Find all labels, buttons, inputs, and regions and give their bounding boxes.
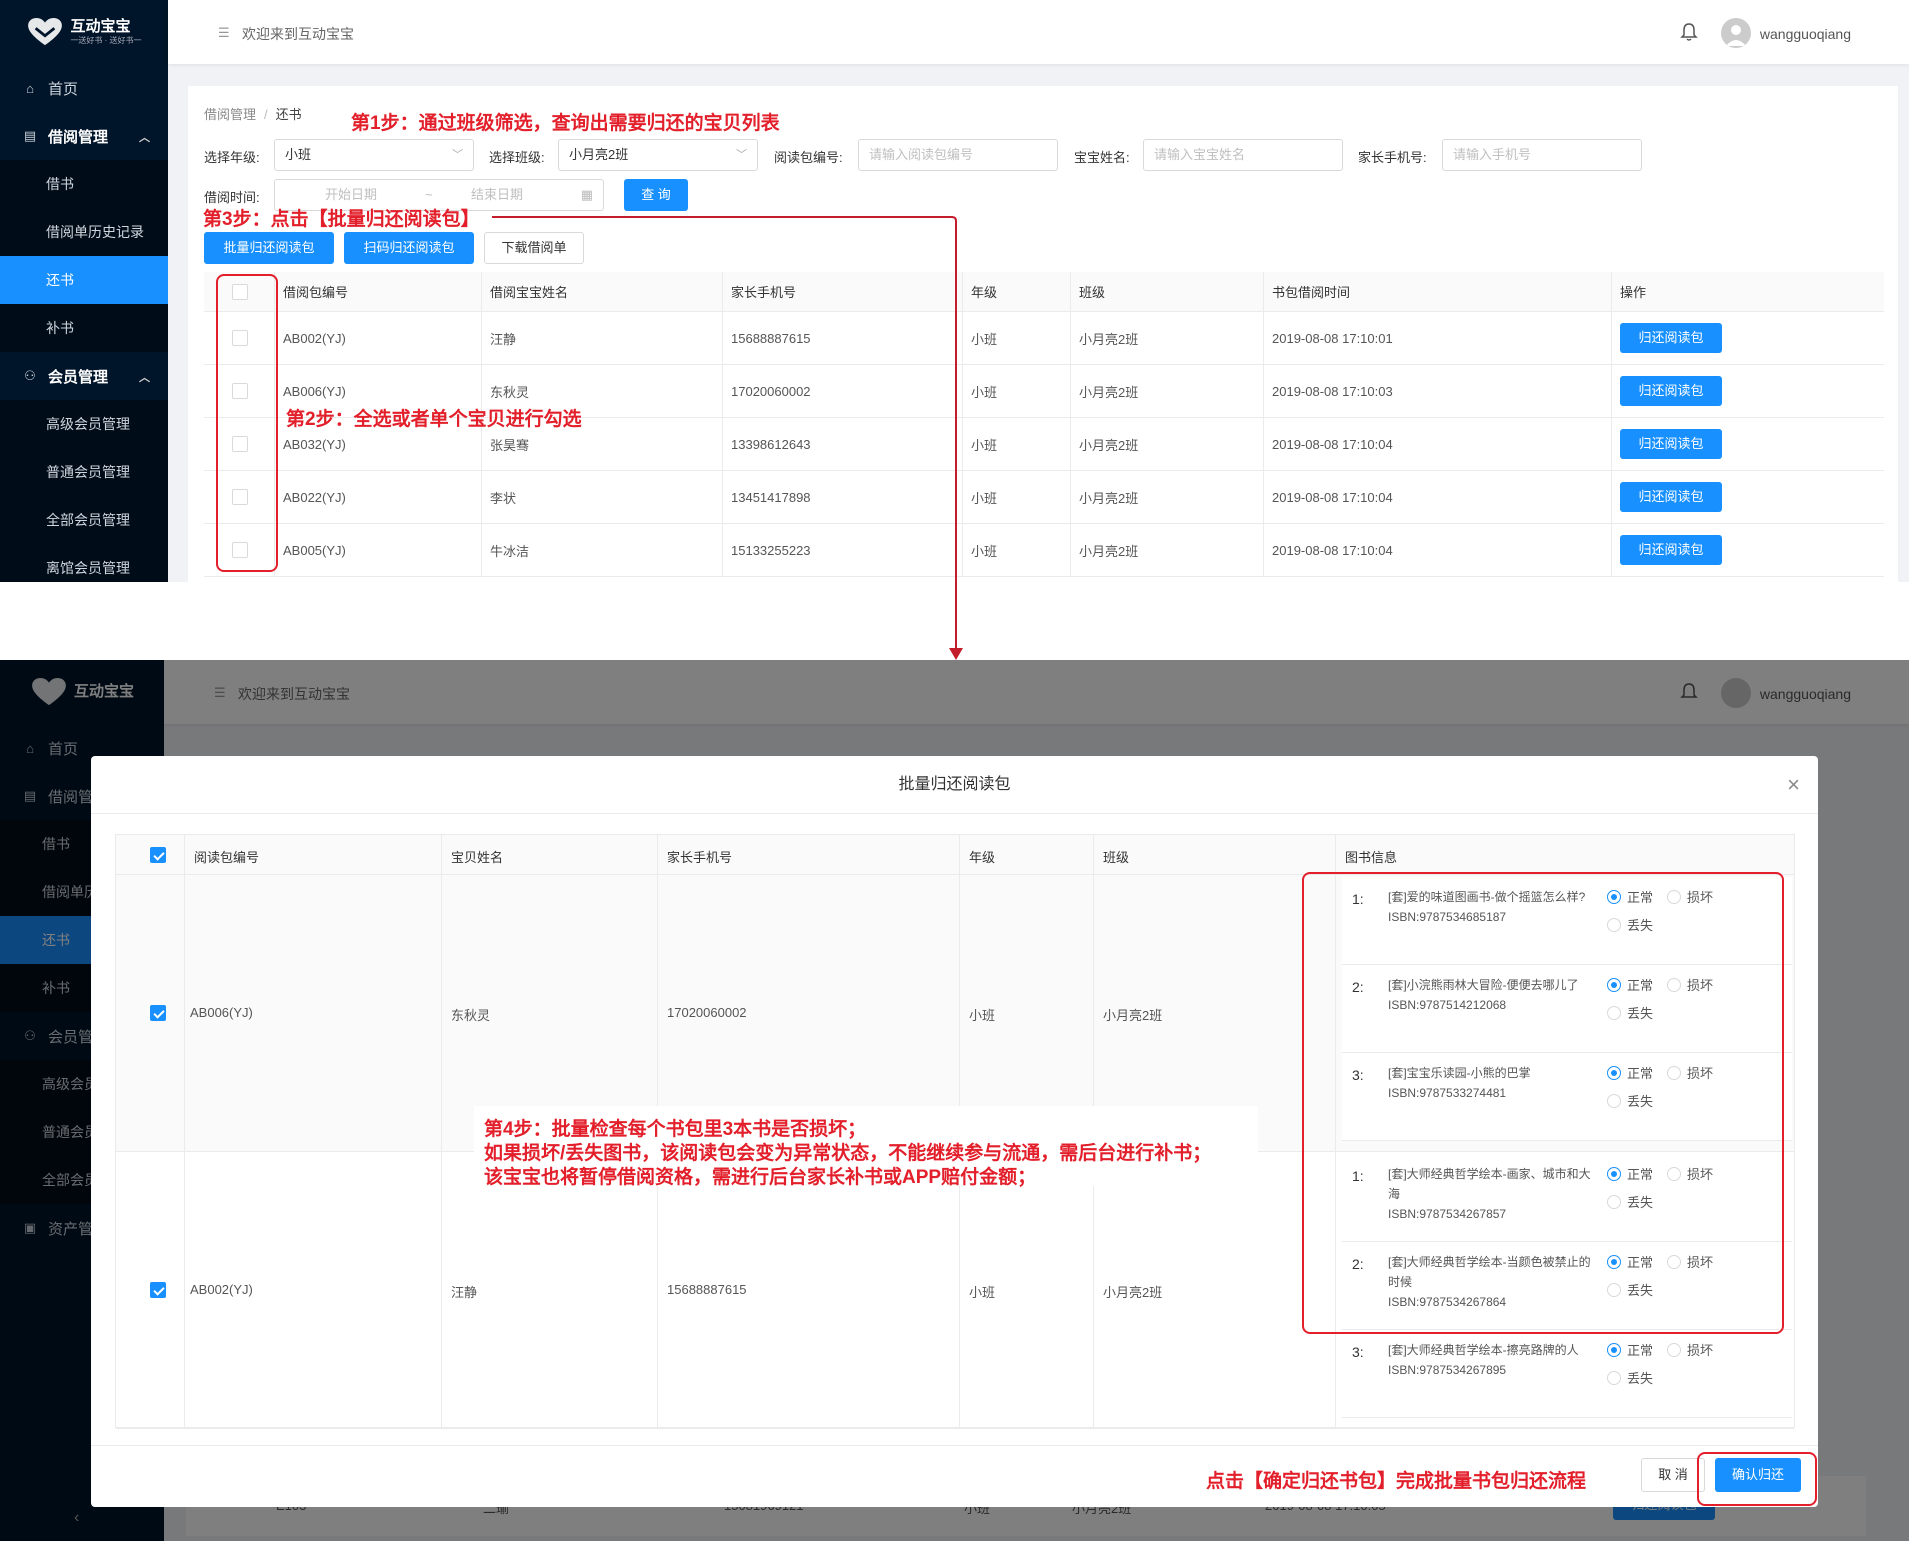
radio-label: 损坏 — [1687, 1343, 1714, 1358]
book-item: 3: [套]大师经典哲学绘本-擦亮路牌的人 ISBN:9787534267895 正常… — [1342, 1330, 1792, 1418]
modal-row-checkbox[interactable] — [150, 1282, 166, 1298]
modal-col-header: 班级 — [1103, 850, 1130, 865]
book-title: [套]大师经典哲学绘本-擦亮路牌的人 — [1388, 1343, 1579, 1357]
modal-row-checkbox[interactable] — [150, 1005, 166, 1021]
modal-cell-class: 小月亮2班 — [1103, 1008, 1163, 1023]
radio-dot — [1667, 1342, 1681, 1357]
book-isbn: ISBN:9787534267895 — [1388, 1363, 1507, 1377]
modal-cell-phone: 17020060002 — [667, 1005, 747, 1020]
radio-normal[interactable]: 正常 — [1607, 1340, 1653, 1359]
radio-dot — [1607, 1370, 1621, 1385]
book-info: [套]大师经典哲学绘本-擦亮路牌的人 ISBN:9787534267895 — [1388, 1340, 1598, 1380]
radio-lost[interactable]: 丢失 — [1607, 1368, 1653, 1387]
book-info-highlight-box — [1302, 872, 1784, 1334]
step4-line2: 如果损坏/丢失图书，该阅读包会变为异常状态，不能继续参与流通，需后台进行补书； — [484, 1143, 1212, 1164]
step4-note: 第4步：批量检查每个书包里3本书是否损坏； 如果损坏/丢失图书，该阅读包会变为异… — [474, 1106, 1258, 1188]
modal-col-header: 家长手机号 — [667, 850, 733, 865]
radio-dot — [1607, 1342, 1621, 1357]
modal-table-header: 阅读包编号 宝贝姓名 家长手机号 年级 班级 图书信息 — [116, 835, 1794, 875]
modal-cell-grade: 小班 — [969, 1008, 996, 1023]
step4-line1: 第4步：批量检查每个书包里3本书是否损坏； — [484, 1119, 867, 1140]
modal-title: 批量归还阅读包 — [91, 756, 1818, 814]
step5-annotation: 点击【确定归还书包】完成批量书包归还流程 — [1206, 1471, 1587, 1492]
modal-col-header: 阅读包编号 — [194, 850, 260, 865]
modal-cell-grade: 小班 — [969, 1285, 996, 1300]
modal-cell-class: 小月亮2班 — [1103, 1285, 1163, 1300]
flow-arrow — [492, 216, 963, 660]
modal-cell-name: 汪静 — [451, 1285, 478, 1300]
step4-line3: 该宝宝也将暂停借阅资格，需进行后台家长补书或APP赔付金额； — [484, 1167, 1037, 1188]
modal-select-all-checkbox[interactable] — [150, 847, 166, 863]
book-number: 3: — [1352, 1344, 1364, 1360]
radio-label: 丢失 — [1627, 1371, 1654, 1386]
modal-cell-id: AB006(YJ) — [190, 1005, 253, 1020]
modal-col-header: 年级 — [969, 850, 996, 865]
bottom-screenshot: 互动宝宝 ⌂首页 ▤借阅管理 借书 借阅单历史记录 还书 补书 ⚇会员管理 高级… — [0, 660, 1909, 1541]
modal-col-header: 图书信息 — [1345, 850, 1398, 865]
close-icon[interactable]: × — [1787, 772, 1800, 798]
radio-damaged[interactable]: 损坏 — [1667, 1340, 1713, 1359]
modal-cell-id: AB002(YJ) — [190, 1282, 253, 1297]
confirm-highlight-box — [1697, 1452, 1817, 1506]
cancel-button[interactable]: 取 消 — [1641, 1458, 1705, 1492]
modal-cell-phone: 15688887615 — [667, 1282, 747, 1297]
modal-col-header: 宝贝姓名 — [451, 850, 504, 865]
radio-label: 正常 — [1627, 1343, 1654, 1358]
modal-cell-name: 东秋灵 — [451, 1008, 491, 1023]
